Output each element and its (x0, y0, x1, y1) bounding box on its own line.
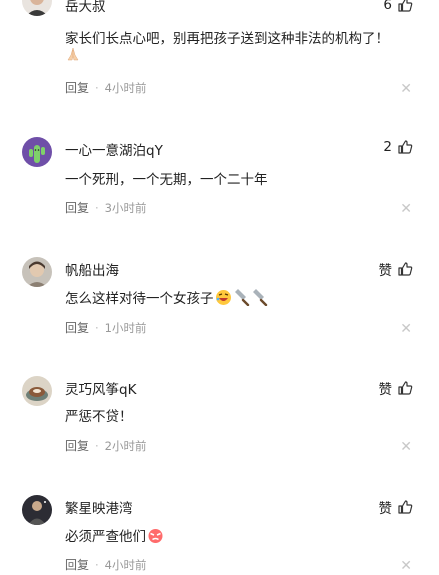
username[interactable]: 岳大叔 (65, 0, 106, 15)
username[interactable]: 帆船出海 (65, 259, 119, 279)
close-icon[interactable]: ✕ (400, 202, 412, 216)
rolling-laugh-emoji (215, 289, 232, 310)
comment-meta: 回复 · 1小时前 (65, 319, 147, 336)
timestamp: 3小时前 (104, 200, 147, 215)
thumbs-up-icon (397, 261, 413, 277)
comment-meta: 回复 · 3小时前 (65, 199, 147, 216)
avatar[interactable] (22, 495, 52, 525)
like-count: 赞 (378, 263, 393, 279)
timestamp: 2小时前 (104, 438, 147, 453)
comment-text: 一个死刑，一个无期，一个二十年 (65, 172, 268, 188)
close-icon[interactable]: ✕ (400, 440, 412, 454)
comment-text: 严惩不贷！ (65, 409, 133, 425)
comment-text: 家长们长点心吧，别再把孩子送到这种非法的机构了！ (65, 31, 389, 47)
like-button[interactable]: 赞 (379, 497, 414, 517)
comment-text: 怎么这样对待一个女孩子 (65, 291, 214, 307)
username[interactable]: 一心一意湖泊qY (65, 139, 163, 159)
like-count: 赞 (378, 501, 393, 517)
timestamp: 4小时前 (104, 557, 147, 572)
comment-meta: 回复 · 4小时前 (65, 79, 147, 96)
close-icon[interactable]: ✕ (400, 322, 412, 336)
close-icon[interactable]: ✕ (400, 82, 412, 96)
avatar[interactable] (22, 376, 52, 406)
avatar[interactable] (22, 137, 52, 167)
separator-dot: · (95, 200, 99, 215)
comment-body: 必须严查他们 (65, 525, 164, 548)
thumbs-up-icon (397, 0, 413, 13)
separator-dot: · (95, 438, 99, 453)
pray-emoji (65, 46, 81, 66)
separator-dot: · (95, 320, 99, 335)
like-button[interactable]: 6 (383, 0, 413, 13)
reply-button[interactable]: 回复 (65, 79, 89, 96)
reply-button[interactable]: 回复 (65, 556, 89, 573)
timestamp: 4小时前 (104, 80, 147, 95)
comment-meta: 回复 · 2小时前 (65, 437, 147, 454)
reply-button[interactable]: 回复 (65, 199, 89, 216)
thumbs-up-icon (397, 380, 413, 396)
like-count: 2 (383, 139, 392, 155)
like-button[interactable]: 赞 (379, 378, 414, 398)
thumbs-up-icon (397, 139, 413, 155)
close-icon[interactable]: ✕ (400, 559, 412, 573)
username[interactable]: 繁星映港湾 (65, 497, 133, 517)
avatar[interactable] (22, 257, 52, 287)
angry-face-emoji (147, 527, 164, 548)
like-count: 赞 (378, 382, 393, 398)
timestamp: 1小时前 (104, 320, 147, 335)
separator-dot: · (95, 557, 99, 572)
like-button[interactable]: 2 (383, 139, 413, 155)
like-count: 6 (383, 0, 392, 13)
like-button[interactable]: 赞 (379, 259, 414, 279)
cleaver-emoji (251, 289, 268, 310)
comment-meta: 回复 · 4小时前 (65, 556, 147, 573)
cleaver-emoji (233, 289, 250, 310)
separator-dot: · (95, 80, 99, 95)
avatar[interactable] (22, 0, 52, 16)
username[interactable]: 灵巧风筝qK (65, 378, 136, 398)
thumbs-up-icon (397, 499, 413, 515)
comment-body: 怎么这样对待一个女孩子 (65, 287, 268, 310)
reply-button[interactable]: 回复 (65, 437, 89, 454)
reply-button[interactable]: 回复 (65, 319, 89, 336)
comment-text: 必须严查他们 (65, 529, 146, 545)
